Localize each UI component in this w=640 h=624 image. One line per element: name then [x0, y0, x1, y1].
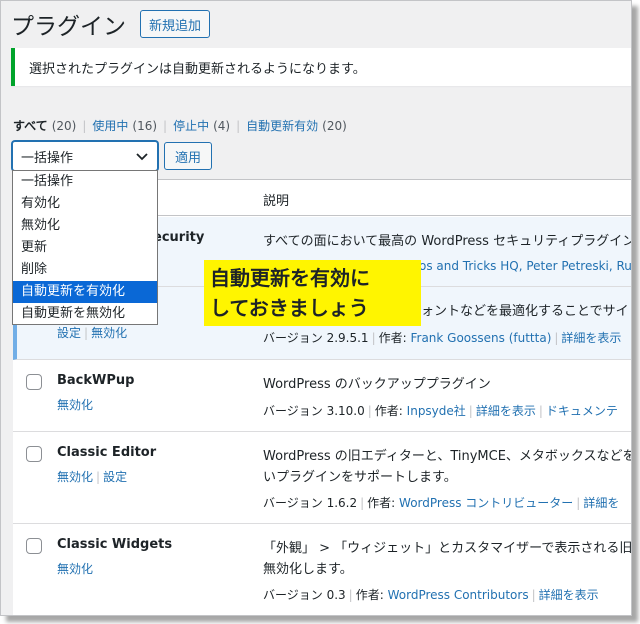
success-notice: 選択されたプラグインは自動更新されるようになります。: [11, 48, 631, 86]
table-row: BackWPup 無効化 WordPress のバックアッププラグイン バージョ…: [13, 360, 631, 432]
details-link[interactable]: 詳細を: [583, 496, 619, 510]
plugin-description-line2: いプラグインをサポートします。: [263, 470, 457, 485]
annotation-callout: 自動更新を有効に しておきましょう: [204, 260, 421, 326]
table-row: Classic Editor 無効化 | 設定 WordPress の旧エディターと…: [13, 432, 632, 524]
plugin-meta: バージョン 3.10.0 | 作者: Inpsyde社 | 詳細を表示 | ドキュメンテ: [263, 404, 618, 418]
author-link[interactable]: WordPress Contributors: [388, 588, 529, 602]
filter-all[interactable]: すべて: [13, 117, 48, 134]
option-update[interactable]: 更新: [13, 237, 157, 259]
filter-active[interactable]: 使用中: [92, 117, 128, 134]
deactivate-link[interactable]: 無効化: [57, 562, 93, 576]
settings-link[interactable]: 設定: [57, 326, 81, 340]
option-enable-auto-update[interactable]: 自動更新を有効化: [13, 281, 157, 303]
plugin-actions: 無効化: [57, 396, 93, 413]
plugin-version: バージョン 1.6.2: [263, 496, 358, 510]
option-disable-auto-update[interactable]: 自動更新を無効化: [13, 303, 157, 325]
screenshot-frame: プラグイン 新規追加 選択されたプラグインは自動更新されるようになります。 すべ…: [0, 0, 632, 616]
plugin-actions: 無効化 | 設定: [57, 470, 128, 484]
status-filters: すべて (20) | 使用中 (16) | 停止中 (4) | 自動更新有効 (…: [13, 117, 347, 134]
plugin-description: 「外観」 > 「ウィジェット」とカスタマイザーで表示される旧: [263, 541, 632, 556]
add-new-button[interactable]: 新規追加: [140, 10, 211, 38]
notice-text: 選択されたプラグインは自動更新されるようになります。: [29, 61, 366, 77]
plugin-description: WordPress のバックアッププラグイン: [263, 377, 491, 392]
settings-link[interactable]: 設定: [103, 470, 127, 484]
plugin-version: バージョン 0.3: [263, 588, 346, 602]
author-link[interactable]: WordPress コントリビューター: [399, 496, 573, 510]
row-checkbox[interactable]: [26, 538, 42, 554]
deactivate-link[interactable]: 無効化: [57, 470, 93, 484]
plugin-description: WordPress の旧エディターと、TinyMCE、メタボックスなどを含: [263, 449, 632, 464]
filter-auto-update-count: (20): [322, 118, 347, 133]
plugin-meta: バージョン 0.3 | 作者: WordPress Contributors | 詳細を…: [263, 588, 599, 602]
callout-line-1: 自動更新を有効に: [210, 266, 370, 290]
plugin-description: すべての面において最高の WordPress セキュリティプラグイン: [263, 234, 632, 249]
details-link[interactable]: 詳細を表示: [539, 588, 599, 602]
plugin-version: バージョン 3.10.0: [263, 404, 365, 418]
deactivate-link[interactable]: 無効化: [91, 326, 127, 340]
filter-auto-update[interactable]: 自動更新有効: [246, 117, 318, 134]
bulk-action-value: 一括操作: [21, 150, 74, 166]
plugin-meta: バージョン 1.6.2 | 作者: WordPress コントリビューター | 詳細を: [263, 496, 620, 510]
plugin-meta: バージョン 2.9.5.1 | 作者: Frank Goossens (futtta…: [263, 331, 622, 345]
plugin-version: バージョン 2.9.5.1: [263, 331, 369, 345]
description-column-header: 説明: [263, 194, 290, 209]
title-row: プラグイン 新規追加: [11, 7, 211, 41]
filter-separator: |: [236, 118, 241, 133]
filter-inactive[interactable]: 停止中: [173, 117, 209, 134]
plugin-authors[interactable]: os and Tricks HQ, Peter Petreski, Ruhu: [419, 259, 631, 273]
bulk-action-dropdown: 一括操作 有効化 無効化 更新 削除 自動更新を有効化 自動更新を無効化: [12, 170, 158, 325]
bulk-action-select[interactable]: 一括操作: [12, 141, 158, 171]
apply-button[interactable]: 適用: [164, 142, 212, 170]
callout-line-2: しておきましょう: [210, 296, 369, 320]
author-label: 作者:: [355, 588, 384, 602]
filter-all-count: (20): [51, 118, 77, 133]
plugin-actions: 無効化: [57, 560, 93, 577]
filter-inactive-count: (4): [213, 118, 231, 133]
plugin-name: Classic Widgets: [57, 537, 173, 552]
docs-link[interactable]: ドキュメンテ: [546, 404, 618, 418]
row-checkbox[interactable]: [26, 374, 42, 390]
row-checkbox[interactable]: [26, 446, 42, 462]
author-label: 作者:: [374, 404, 403, 418]
filter-active-count: (16): [132, 118, 158, 133]
author-label: 作者:: [367, 496, 396, 510]
deactivate-link[interactable]: 無効化: [57, 398, 93, 412]
option-activate[interactable]: 有効化: [13, 193, 157, 215]
author-link[interactable]: Inpsyde社: [407, 404, 466, 418]
author-label: 作者:: [378, 331, 407, 345]
author-link[interactable]: Frank Goossens (futtta): [410, 331, 551, 345]
plugin-description-line2: 無効化します。: [263, 562, 353, 577]
chevron-down-icon: [135, 146, 149, 170]
details-link[interactable]: 詳細を表示: [561, 331, 621, 345]
option-bulk-actions[interactable]: 一括操作: [13, 171, 157, 193]
option-deactivate[interactable]: 無効化: [13, 215, 157, 237]
filter-separator: |: [163, 118, 168, 133]
option-delete[interactable]: 削除: [13, 259, 157, 281]
plugin-name: Classic Editor: [57, 445, 157, 460]
table-row: Classic Widgets 無効化 「外観」 > 「ウィジェット」とカスタマ…: [13, 524, 632, 615]
plugin-description: ォントなどを最適化することでサイ: [421, 304, 629, 319]
details-link[interactable]: 詳細を表示: [476, 404, 536, 418]
filter-separator: |: [82, 118, 87, 133]
plugin-actions: 設定 | 無効化: [57, 326, 128, 340]
page-title: プラグイン: [11, 14, 126, 40]
plugin-name: BackWPup: [57, 373, 135, 388]
plugin-name[interactable]: ecurity: [153, 230, 204, 245]
